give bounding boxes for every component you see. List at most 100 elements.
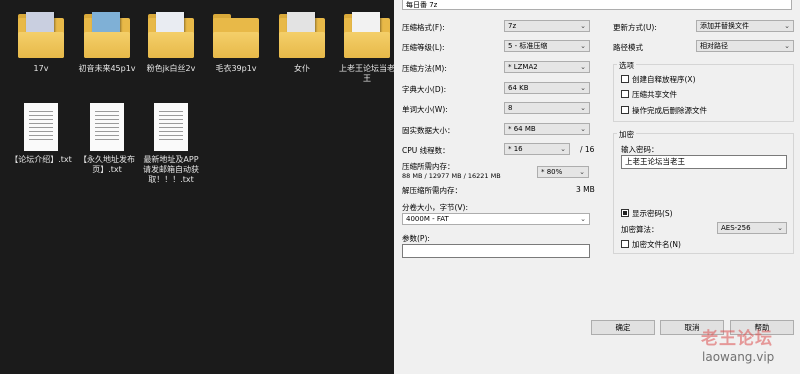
add-to-archive-dialog: 每日番 7z 压缩格式(F): 7z ⌄ 压缩等级(L): 5 - 标准压缩 ⌄ 压… bbox=[394, 0, 800, 374]
chevron-down-icon: ⌄ bbox=[784, 22, 790, 30]
folder-item[interactable]: 毛衣39p1v bbox=[205, 12, 267, 74]
params-label: 参数(P): bbox=[402, 234, 430, 243]
password-label: 输入密码： bbox=[621, 145, 659, 154]
word-label: 单词大小(W): bbox=[402, 105, 448, 114]
method-value: * LZMA2 bbox=[508, 63, 538, 71]
chevron-down-icon: ⌄ bbox=[580, 22, 586, 30]
folder-icon bbox=[342, 12, 392, 60]
path-value: 相对路径 bbox=[700, 42, 728, 50]
format-select[interactable]: 7z ⌄ bbox=[504, 20, 590, 32]
file-label: 最新地址及APP请发邮箱自动获取！！！.txt bbox=[143, 155, 199, 184]
path-label: 路径模式 bbox=[613, 43, 643, 52]
folder-label: 女仆 bbox=[294, 64, 310, 73]
chevron-down-icon: ⌄ bbox=[580, 125, 586, 133]
threads-total: / 16 bbox=[580, 145, 595, 154]
folder-icon bbox=[82, 12, 132, 60]
enc-method-value: AES-256 bbox=[721, 224, 751, 232]
folder-icon bbox=[211, 12, 261, 60]
folder-icon bbox=[16, 12, 66, 60]
chevron-down-icon: ⌄ bbox=[580, 42, 586, 50]
update-label: 更新方式(U): bbox=[613, 23, 657, 32]
mem-compress-value: 88 MB / 12977 MB / 16221 MB bbox=[402, 172, 501, 180]
folder-item[interactable]: 粉色jk白丝2v bbox=[140, 12, 202, 74]
encryption-title: 加密 bbox=[617, 129, 636, 140]
level-value: 5 - 标准压缩 bbox=[508, 42, 548, 50]
ok-button[interactable]: 确定 bbox=[591, 320, 655, 335]
watermark-url: laowang.vip bbox=[702, 350, 775, 364]
dict-select[interactable]: 64 KB ⌄ bbox=[504, 82, 590, 94]
folder-icon bbox=[277, 12, 327, 60]
folder-label: 粉色jk白丝2v bbox=[146, 64, 196, 73]
enc-method-select[interactable]: AES-256 ⌄ bbox=[717, 222, 787, 234]
mem-decompress-label: 解压缩所需内存： bbox=[402, 186, 462, 195]
split-label: 分卷大小，字节(V): bbox=[402, 203, 469, 212]
params-input[interactable] bbox=[402, 244, 590, 258]
shared-label: 压缩共享文件 bbox=[632, 90, 677, 99]
chevron-down-icon: ⌄ bbox=[579, 168, 585, 176]
file-item[interactable]: 最新地址及APP请发邮箱自动获取！！！.txt bbox=[140, 103, 202, 185]
mem-decompress-value: 3 MB bbox=[576, 185, 595, 194]
folder-label: 17v bbox=[33, 64, 49, 73]
folder-item[interactable]: 初音未来45p1v bbox=[76, 12, 138, 74]
word-select[interactable]: 8 ⌄ bbox=[504, 102, 590, 114]
update-value: 添加并替换文件 bbox=[700, 22, 749, 30]
delete-source-checkbox[interactable] bbox=[621, 106, 629, 114]
password-value: 上老王论坛当老王 bbox=[625, 157, 685, 166]
chevron-down-icon: ⌄ bbox=[784, 42, 790, 50]
text-file-icon bbox=[154, 103, 188, 151]
method-select[interactable]: * LZMA2 ⌄ bbox=[504, 61, 590, 73]
folder-item[interactable]: 女仆 bbox=[271, 12, 333, 74]
update-select[interactable]: 添加并替换文件 ⌄ bbox=[696, 20, 794, 32]
show-password-checkbox[interactable] bbox=[621, 209, 629, 217]
folder-label: 毛衣39p1v bbox=[215, 64, 257, 73]
encrypt-names-label: 加密文件名(N) bbox=[632, 240, 681, 249]
archive-name-value: 每日番 7z bbox=[406, 1, 438, 9]
folder-label: 上老王论坛当老王 bbox=[339, 64, 395, 83]
solid-value: * 64 MB bbox=[508, 125, 536, 133]
sfx-checkbox[interactable] bbox=[621, 75, 629, 83]
chevron-down-icon: ⌄ bbox=[777, 224, 783, 232]
password-input[interactable]: 上老王论坛当老王 bbox=[621, 155, 787, 169]
show-password-label: 显示密码(S) bbox=[632, 209, 673, 218]
chevron-down-icon: ⌄ bbox=[580, 215, 586, 223]
method-label: 压缩方法(M): bbox=[402, 64, 447, 73]
threads-select[interactable]: * 16 ⌄ bbox=[504, 143, 570, 155]
file-item[interactable]: 【永久地址发布页】.txt bbox=[76, 103, 138, 175]
mem-percent-select[interactable]: * 80% ⌄ bbox=[537, 166, 589, 178]
file-item[interactable]: 【论坛介绍】.txt bbox=[10, 103, 72, 165]
dict-value: 64 KB bbox=[508, 84, 529, 92]
options-title: 选项 bbox=[617, 60, 636, 71]
chevron-down-icon: ⌄ bbox=[560, 145, 566, 153]
sfx-label: 创建自释放程序(X) bbox=[632, 75, 696, 84]
archive-name-combo[interactable]: 每日番 7z bbox=[402, 0, 792, 10]
chevron-down-icon: ⌄ bbox=[580, 84, 586, 92]
delete-source-label: 操作完成后删除源文件 bbox=[632, 106, 707, 115]
path-select[interactable]: 相对路径 ⌄ bbox=[696, 40, 794, 52]
shared-checkbox[interactable] bbox=[621, 90, 629, 98]
chevron-down-icon: ⌄ bbox=[580, 104, 586, 112]
solid-label: 固实数据大小： bbox=[402, 126, 455, 135]
solid-select[interactable]: * 64 MB ⌄ bbox=[504, 123, 590, 135]
file-label: 【论坛介绍】.txt bbox=[10, 155, 72, 164]
chevron-down-icon: ⌄ bbox=[580, 63, 586, 71]
format-label: 压缩格式(F): bbox=[402, 23, 445, 32]
file-label: 【永久地址发布页】.txt bbox=[79, 155, 135, 174]
encrypt-names-checkbox[interactable] bbox=[621, 240, 629, 248]
mem-compress-label: 压缩所需内存： bbox=[402, 162, 455, 171]
enc-method-label: 加密算法： bbox=[621, 225, 659, 234]
folder-item[interactable]: 上老王论坛当老王 bbox=[336, 12, 398, 84]
file-explorer: 17v 初音未来45p1v 粉色jk白丝2v 毛衣39p1v 女仆 上老王论坛当… bbox=[0, 0, 395, 374]
text-file-icon bbox=[90, 103, 124, 151]
split-combo[interactable]: 4000M - FAT ⌄ bbox=[402, 213, 590, 225]
watermark-text: 老王论坛 bbox=[701, 329, 773, 349]
level-label: 压缩等级(L): bbox=[402, 43, 445, 52]
mem-percent-value: * 80% bbox=[541, 168, 563, 176]
format-value: 7z bbox=[508, 22, 517, 30]
level-select[interactable]: 5 - 标准压缩 ⌄ bbox=[504, 40, 590, 52]
dict-label: 字典大小(D): bbox=[402, 85, 447, 94]
text-file-icon bbox=[24, 103, 58, 151]
folder-item[interactable]: 17v bbox=[10, 12, 72, 74]
threads-value: * 16 bbox=[508, 145, 523, 153]
split-value: 4000M - FAT bbox=[406, 215, 449, 223]
folder-icon bbox=[146, 12, 196, 60]
